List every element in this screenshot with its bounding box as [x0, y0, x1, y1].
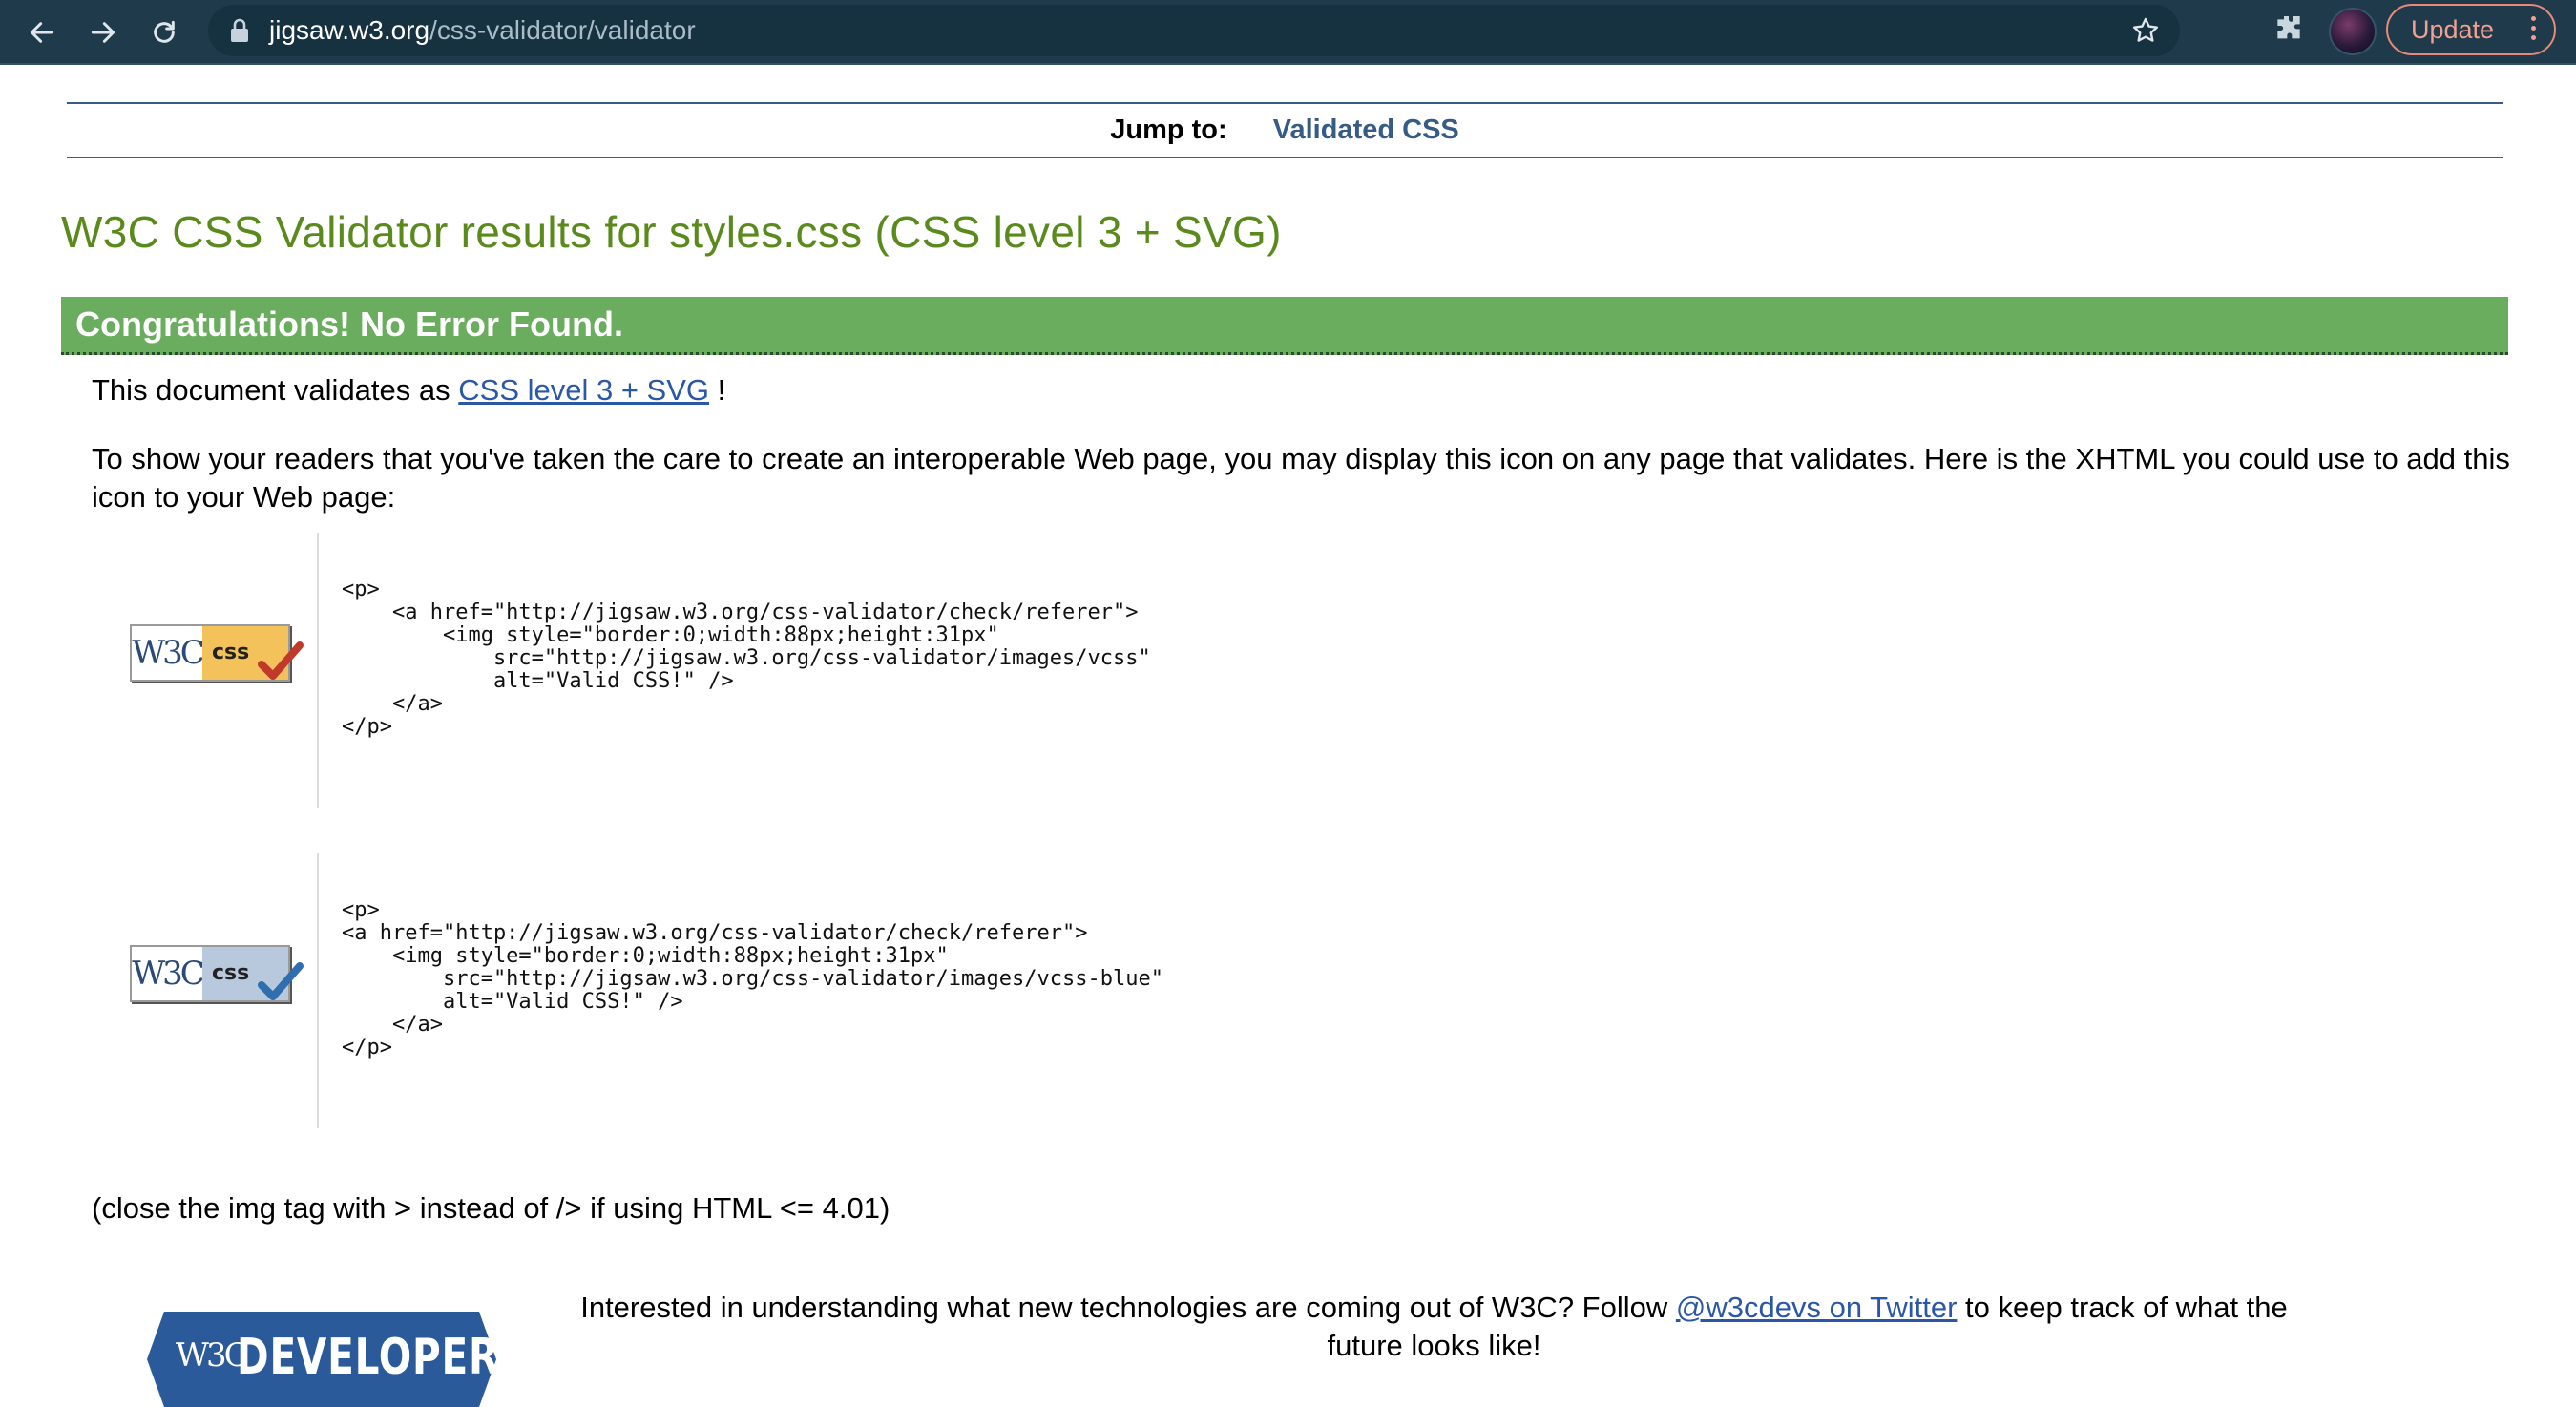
- browser-toolbar: jigsaw.w3.org/css-validator/validator Up…: [0, 0, 2576, 65]
- twitter-link[interactable]: @w3cdevs on Twitter: [1676, 1291, 1958, 1324]
- code-snippet-gold: <p> <a href="http://jigsaw.w3.org/css-va…: [317, 533, 1655, 808]
- show-icon-text: To show your readers that you've taken t…: [92, 442, 2510, 514]
- logo-developers-text: DEVELOPERS: [237, 1329, 529, 1386]
- forward-button[interactable]: [78, 8, 128, 57]
- code-text: <p> <a href="http://jigsaw.w3.org/css-va…: [342, 578, 1151, 739]
- code-snippet-blue: <p> <a href="http://jigsaw.w3.org/css-va…: [317, 853, 1655, 1128]
- puzzle-icon[interactable]: [2270, 11, 2308, 50]
- code-text: <p> <a href="http://jigsaw.w3.org/css-va…: [342, 898, 1163, 1060]
- lock-icon: [231, 18, 248, 42]
- w3c-logo-text: W3C: [132, 947, 205, 1000]
- jump-bar: Jump to: Validated CSS: [67, 102, 2503, 158]
- valid-css-badge-blue: W3C css: [130, 945, 304, 1002]
- w3c-logo-text: W3C: [132, 626, 205, 680]
- css-level-link[interactable]: CSS level 3 + SVG: [458, 373, 709, 407]
- w3c-developers-logo[interactable]: W3C DEVELOPERS: [145, 1312, 527, 1407]
- back-button[interactable]: [17, 8, 67, 57]
- page-title: W3C CSS Validator results for styles.css…: [61, 207, 1282, 257]
- reload-icon: [154, 20, 175, 43]
- jump-link-validated-css[interactable]: Validated CSS: [1273, 115, 1459, 145]
- footer-text: Interested in understanding what new tec…: [580, 1291, 2288, 1362]
- update-button[interactable]: Update: [2386, 4, 2556, 55]
- star-icon[interactable]: [2130, 15, 2161, 46]
- check-icon: [258, 962, 304, 1000]
- logo-w3c-text: W3C: [176, 1336, 249, 1375]
- url-text: jigsaw.w3.org/css-validator/validator: [269, 15, 696, 45]
- kebab-menu-icon: [2531, 16, 2537, 43]
- forward-arrow-icon: [91, 22, 115, 43]
- back-arrow-icon: [30, 22, 54, 43]
- reload-button[interactable]: [139, 8, 189, 57]
- check-icon: [258, 641, 304, 680]
- close-tag-note: (close the img tag with > instead of /> …: [92, 1191, 890, 1225]
- jump-label: Jump to:: [1110, 115, 1227, 145]
- valid-css-badge-gold: W3C css: [130, 624, 304, 682]
- success-banner: Congratulations! No Error Found.: [61, 297, 2508, 355]
- update-label: Update: [2411, 15, 2495, 44]
- address-bar[interactable]: jigsaw.w3.org/css-validator/validator: [208, 5, 2180, 56]
- profile-avatar[interactable]: [2329, 8, 2377, 55]
- validates-line: This document validates as CSS level 3 +…: [92, 373, 726, 407]
